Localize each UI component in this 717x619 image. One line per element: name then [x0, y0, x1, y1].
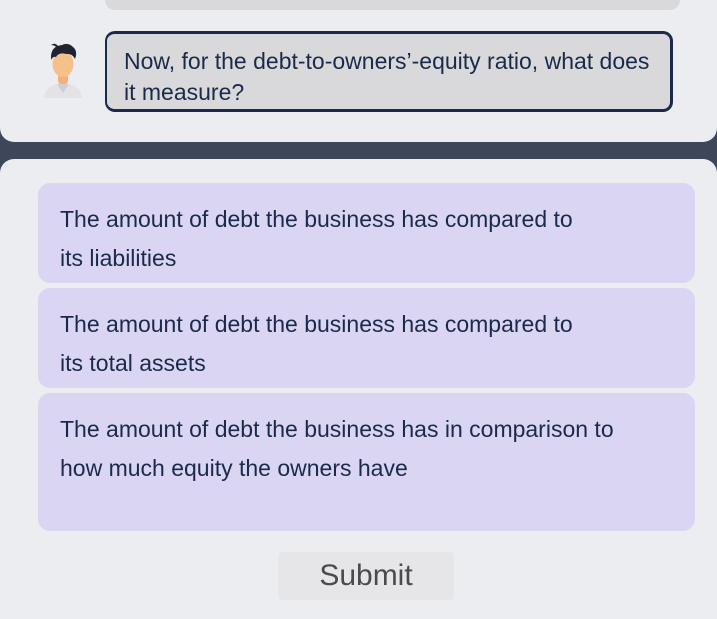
submit-button[interactable]: Submit: [278, 552, 454, 600]
answer-option-1[interactable]: The amount of debt the business has comp…: [38, 183, 695, 283]
answer-option-label: The amount of debt the business has comp…: [60, 206, 573, 271]
question-text: Now, for the debt-to-owners’-equity rati…: [124, 48, 650, 105]
question-bubble: Now, for the debt-to-owners’-equity rati…: [105, 31, 673, 112]
male-student-avatar-icon: [38, 40, 88, 100]
answer-option-label: The amount of debt the business has in c…: [60, 416, 614, 481]
answer-option-2[interactable]: The amount of debt the business has comp…: [38, 288, 695, 388]
answer-option-label: The amount of debt the business has comp…: [60, 311, 573, 376]
answer-option-3[interactable]: The amount of debt the business has in c…: [38, 393, 695, 531]
previous-message-bubble: [105, 0, 680, 10]
